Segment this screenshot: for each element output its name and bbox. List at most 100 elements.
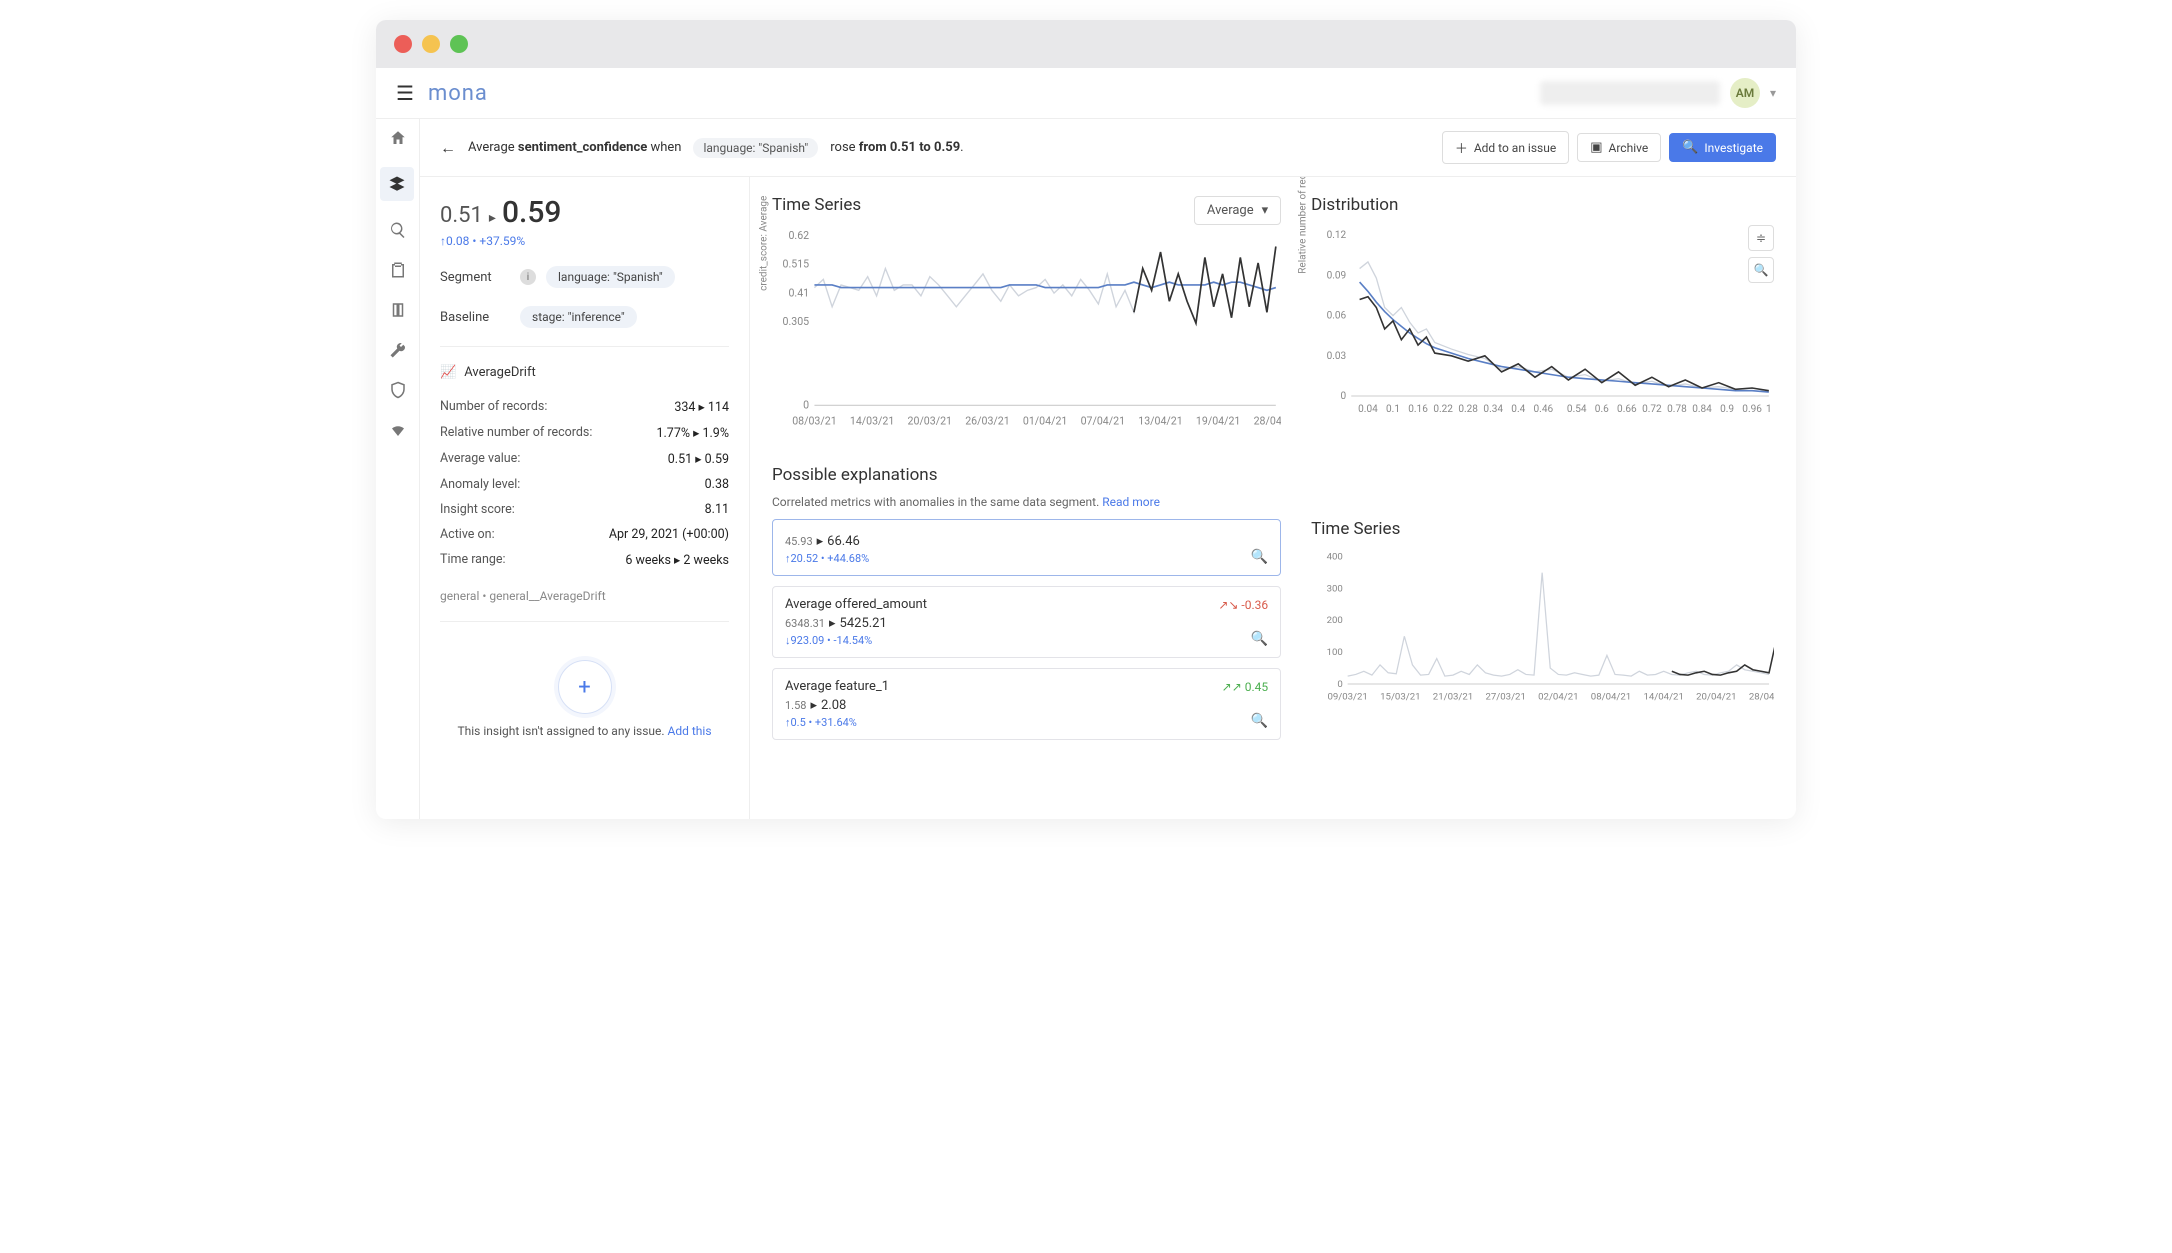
- svg-text:0.84: 0.84: [1692, 404, 1712, 415]
- svg-text:0.72: 0.72: [1642, 404, 1662, 415]
- svg-text:0.6: 0.6: [1595, 404, 1609, 415]
- minimize-window-dot[interactable]: [422, 35, 440, 53]
- stat-label: Average value:: [440, 451, 520, 467]
- chevron-down-icon: ▾: [1262, 203, 1269, 218]
- card-to: 2.08: [821, 698, 846, 713]
- card-to: 66.46: [827, 534, 860, 549]
- svg-text:0: 0: [1341, 391, 1347, 402]
- stat-label: Relative number of records:: [440, 425, 592, 441]
- card-title: Average offered_amount: [785, 597, 927, 612]
- svg-text:01/04/21: 01/04/21: [1023, 414, 1067, 427]
- card-from: 1.58: [785, 699, 806, 712]
- svg-text:0.03: 0.03: [1327, 351, 1347, 362]
- svg-text:0.06: 0.06: [1327, 311, 1347, 322]
- segment-label: Segment: [440, 270, 510, 285]
- account-info-blur: [1540, 81, 1720, 105]
- filter-chip[interactable]: language: "Spanish": [693, 138, 818, 158]
- mac-titlebar: [376, 20, 1796, 68]
- svg-text:14/04/21: 14/04/21: [1644, 692, 1684, 703]
- chevron-down-icon[interactable]: ▾: [1770, 86, 1776, 100]
- investigate-button[interactable]: 🔍Investigate: [1669, 133, 1776, 162]
- insight-path: general • general__AverageDrift: [440, 589, 729, 603]
- svg-text:100: 100: [1327, 647, 1343, 658]
- compare-icon[interactable]: [387, 299, 409, 321]
- svg-text:0.28: 0.28: [1459, 404, 1479, 415]
- add-button[interactable]: +: [558, 660, 612, 714]
- stat-value: 0.51 ▸ 0.59: [668, 451, 729, 467]
- zoom-window-dot[interactable]: [450, 35, 468, 53]
- exp-timeseries-title: Time Series: [1311, 519, 1774, 539]
- info-icon[interactable]: i: [520, 269, 536, 285]
- svg-text:08/03/21: 08/03/21: [792, 414, 836, 427]
- shield-icon[interactable]: [387, 379, 409, 401]
- explanations-subtitle: Correlated metrics with anomalies in the…: [772, 495, 1774, 509]
- hamburger-icon[interactable]: ☰: [396, 81, 414, 105]
- svg-text:0.4: 0.4: [1511, 404, 1525, 415]
- svg-text:07/04/21: 07/04/21: [1081, 414, 1125, 427]
- assign-message: This insight isn't assigned to any issue…: [440, 724, 729, 738]
- explanation-card[interactable]: 45.93 ▸ 66.46 ↑20.52 • +44.68% 🔍: [772, 519, 1281, 576]
- clipboard-icon[interactable]: [387, 259, 409, 281]
- svg-text:02/04/21: 02/04/21: [1538, 692, 1578, 703]
- svg-text:400: 400: [1327, 552, 1343, 563]
- explanation-card[interactable]: Average offered_amount↗↘ -0.36 6348.31 ▸…: [772, 586, 1281, 658]
- explanation-card[interactable]: Average feature_1↗↗ 0.45 1.58 ▸ 2.08 ↑0.…: [772, 668, 1281, 740]
- svg-text:0.305: 0.305: [783, 315, 810, 328]
- breadcrumb-text-2: rose from 0.51 to 0.59.: [830, 140, 963, 155]
- nav-rail: [376, 119, 420, 819]
- correlation-badge: ↗↗ 0.45: [1222, 680, 1268, 694]
- distribution-title: Distribution: [1311, 195, 1774, 215]
- read-more-link[interactable]: Read more: [1102, 495, 1160, 509]
- archive-button[interactable]: ▣Archive: [1577, 133, 1661, 162]
- timeseries-chart: 00.3050.410.5150.6208/03/2114/03/2120/03…: [772, 225, 1281, 437]
- svg-text:0: 0: [803, 399, 809, 412]
- signal-icon[interactable]: [387, 419, 409, 441]
- stat-value: 6 weeks ▸ 2 weeks: [625, 552, 729, 568]
- svg-text:0: 0: [1338, 679, 1343, 690]
- card-from: 6348.31: [785, 617, 825, 630]
- home-icon[interactable]: [387, 127, 409, 149]
- card-delta: ↑0.5 • +31.64%: [785, 716, 857, 729]
- svg-text:08/04/21: 08/04/21: [1591, 692, 1631, 703]
- aggregation-select[interactable]: Average▾: [1194, 196, 1281, 225]
- add-issue-link[interactable]: Add this: [668, 724, 712, 738]
- magnify-icon[interactable]: 🔍: [1251, 549, 1268, 565]
- baseline-chip[interactable]: stage: "inference": [520, 306, 637, 328]
- stat-value: 8.11: [705, 502, 729, 517]
- ts-ylabel: credit_score: Average: [759, 196, 770, 291]
- headline-value: 0.51 ▸ 0.59: [440, 195, 729, 230]
- insights-icon[interactable]: [380, 167, 414, 201]
- add-to-issue-button[interactable]: ＋Add to an issue: [1442, 131, 1569, 164]
- trend-icon: 📈: [440, 365, 456, 380]
- avatar[interactable]: AM: [1730, 78, 1760, 108]
- magnify-icon[interactable]: 🔍: [1251, 631, 1268, 647]
- back-arrow-icon[interactable]: ←: [440, 138, 456, 158]
- svg-text:27/03/21: 27/03/21: [1486, 692, 1526, 703]
- card-from: 45.93: [785, 535, 813, 548]
- svg-text:0.34: 0.34: [1484, 404, 1504, 415]
- svg-text:28/04/21: 28/04/21: [1254, 414, 1282, 427]
- svg-text:0.54: 0.54: [1567, 404, 1587, 415]
- wrench-icon[interactable]: [387, 339, 409, 361]
- close-window-dot[interactable]: [394, 35, 412, 53]
- svg-text:0.41: 0.41: [788, 286, 809, 299]
- logo: mona: [428, 81, 488, 106]
- stat-value: 1.77% ▸ 1.9%: [656, 425, 729, 441]
- correlation-badge: ↗↘ -0.36: [1218, 598, 1268, 612]
- segment-chip[interactable]: language: "Spanish": [546, 266, 675, 288]
- stat-label: Number of records:: [440, 399, 547, 415]
- svg-text:28/04/21: 28/04/21: [1749, 692, 1774, 703]
- stat-label: Active on:: [440, 527, 495, 542]
- magnify-icon[interactable]: 🔍: [1251, 713, 1268, 729]
- svg-text:0.09: 0.09: [1327, 270, 1347, 281]
- stat-label: Insight score:: [440, 502, 515, 517]
- svg-text:0.66: 0.66: [1617, 404, 1637, 415]
- zoom-icon[interactable]: [387, 219, 409, 241]
- archive-icon: ▣: [1590, 140, 1602, 155]
- drift-type: 📈 AverageDrift: [440, 365, 729, 380]
- svg-text:0.22: 0.22: [1433, 404, 1453, 415]
- svg-text:0.9: 0.9: [1720, 404, 1734, 415]
- timeseries-title: Time Series: [772, 195, 861, 215]
- plus-icon: ＋: [1455, 138, 1468, 157]
- stat-label: Time range:: [440, 552, 506, 568]
